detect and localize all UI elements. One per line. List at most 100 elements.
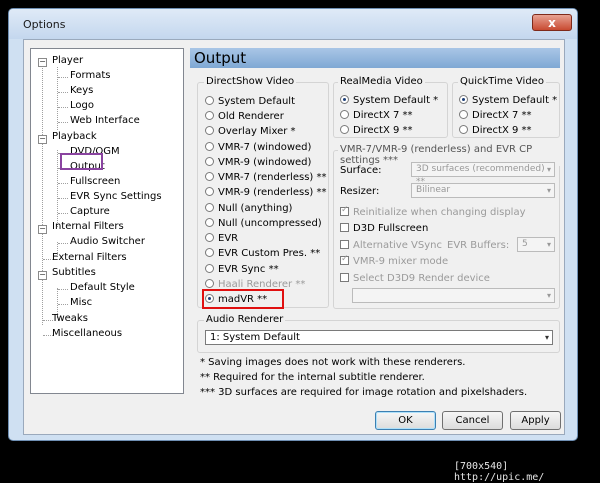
select-d3d9-checkbox[interactable]: Select D3D9 Render device xyxy=(340,273,490,284)
radio-vmr9-renderless[interactable]: VMR-9 (renderless) ** xyxy=(205,187,327,198)
radio-null-uncompressed[interactable]: Null (uncompressed) xyxy=(205,218,322,229)
qt-radio-system-default[interactable]: System Default * xyxy=(459,95,557,106)
surface-select[interactable]: 3D surfaces (recommended) ** ▾ xyxy=(411,162,555,187)
radio-icon xyxy=(205,111,214,120)
qt-radio-directx7[interactable]: DirectX 7 ** xyxy=(459,110,532,121)
tree-connector xyxy=(58,77,68,78)
tree-item-logo[interactable]: Logo xyxy=(70,100,94,111)
tree-connector xyxy=(58,122,68,123)
radio-icon xyxy=(205,142,214,151)
radio-evr[interactable]: EVR xyxy=(205,233,238,244)
d3d9-device-select[interactable]: ▾ xyxy=(352,288,555,303)
tree-item-web-interface[interactable]: Web Interface xyxy=(70,115,140,126)
tree-item-player[interactable]: Player xyxy=(52,55,83,66)
close-button[interactable]: x xyxy=(532,14,572,31)
output-highlight-box xyxy=(60,153,103,170)
chevron-down-icon: ▾ xyxy=(544,333,549,342)
radio-icon xyxy=(205,96,214,105)
apply-button[interactable]: Apply xyxy=(510,411,561,430)
radio-null-anything[interactable]: Null (anything) xyxy=(205,203,292,214)
vmr9-mixer-checkbox[interactable]: VMR-9 mixer mode xyxy=(340,254,448,267)
radio-vmr7-renderless[interactable]: VMR-7 (renderless) ** xyxy=(205,172,327,183)
radio-icon xyxy=(205,233,214,242)
tree-item-playback[interactable]: Playback xyxy=(52,131,97,142)
resizer-select[interactable]: Bilinear ▾ xyxy=(411,183,555,198)
radio-label: DirectX 7 ** xyxy=(353,110,413,121)
tree-item-internal-filters[interactable]: Internal Filters xyxy=(52,221,124,232)
radio-icon xyxy=(205,203,214,212)
radio-vmr7-windowed[interactable]: VMR-7 (windowed) xyxy=(205,142,311,153)
tree-connector xyxy=(58,107,68,108)
tree-item-fullscreen[interactable]: Fullscreen xyxy=(70,176,120,187)
collapse-subtitles-icon[interactable]: − xyxy=(38,271,47,280)
radio-icon xyxy=(459,110,468,119)
collapse-internal-filters-icon[interactable]: − xyxy=(38,225,47,234)
checkbox-icon xyxy=(340,240,349,249)
note-3: *** 3D surfaces are required for image r… xyxy=(200,387,528,398)
resizer-label: Resizer: xyxy=(340,186,380,197)
tree-item-subtitles[interactable]: Subtitles xyxy=(52,267,96,278)
cancel-button[interactable]: Cancel xyxy=(442,411,503,430)
audio-renderer-select[interactable]: 1: System Default ▾ xyxy=(205,330,553,345)
tree-item-tweaks[interactable]: Tweaks xyxy=(52,313,88,324)
radio-evr-sync[interactable]: EVR Sync ** xyxy=(205,264,279,275)
collapse-player-icon[interactable]: − xyxy=(38,58,47,67)
radio-label: EVR Custom Pres. ** xyxy=(218,248,321,259)
tree-connector xyxy=(58,198,68,199)
tree-connector xyxy=(58,289,68,290)
tree-item-default-style[interactable]: Default Style xyxy=(70,282,135,293)
audio-renderer-group-label: Audio Renderer xyxy=(204,314,286,325)
evr-buffers-label: EVR Buffers: xyxy=(447,240,510,251)
radio-icon xyxy=(205,172,214,181)
radio-label: Null (uncompressed) xyxy=(218,218,322,229)
tree-item-audio-switcher[interactable]: Audio Switcher xyxy=(70,236,145,247)
rm-radio-directx9[interactable]: DirectX 9 ** xyxy=(340,125,413,136)
radio-label: Overlay Mixer * xyxy=(218,126,296,137)
chevron-down-icon: ▾ xyxy=(546,291,551,300)
radio-icon xyxy=(459,125,468,134)
checkbox-label: Reinitialize when changing display xyxy=(353,207,526,218)
rm-radio-system-default[interactable]: System Default * xyxy=(340,95,438,106)
tree-item-evr-sync-settings[interactable]: EVR Sync Settings xyxy=(70,191,162,202)
qt-radio-directx9[interactable]: DirectX 9 ** xyxy=(459,125,532,136)
radio-selected-icon xyxy=(459,95,468,104)
tree-connector xyxy=(58,92,68,93)
evr-buffers-value: 5 xyxy=(522,239,528,249)
watermark-text: [700x540] http://upic.me/ xyxy=(454,461,545,483)
radio-label: VMR-9 (windowed) xyxy=(218,157,312,168)
checkbox-label: Alternative VSync xyxy=(353,240,442,251)
tree-connector xyxy=(58,304,68,305)
tree-item-keys[interactable]: Keys xyxy=(70,85,93,96)
page-header: Output xyxy=(190,48,560,68)
d3d-fullscreen-checkbox[interactable]: D3D Fullscreen xyxy=(340,223,428,234)
checkbox-label: Select D3D9 Render device xyxy=(353,273,490,284)
evr-buffers-select[interactable]: 5 ▾ xyxy=(517,237,555,252)
radio-icon xyxy=(205,126,214,135)
reinitialize-checkbox[interactable]: Reinitialize when changing display xyxy=(340,205,526,218)
radio-overlay-mixer[interactable]: Overlay Mixer * xyxy=(205,126,296,137)
tree-playback-line xyxy=(57,150,58,227)
checkbox-icon xyxy=(340,223,349,232)
alternative-vsync-checkbox[interactable]: Alternative VSync xyxy=(340,240,442,251)
radio-vmr9-windowed[interactable]: VMR-9 (windowed) xyxy=(205,157,311,168)
radio-icon xyxy=(205,264,214,273)
tree-item-capture[interactable]: Capture xyxy=(70,206,110,217)
radio-old-renderer[interactable]: Old Renderer xyxy=(205,111,284,122)
rm-radio-directx7[interactable]: DirectX 7 ** xyxy=(340,110,413,121)
chevron-down-icon: ▾ xyxy=(546,186,551,195)
tree-item-external-filters[interactable]: External Filters xyxy=(52,252,127,263)
surface-label: Surface: xyxy=(340,165,382,176)
resizer-value: Bilinear xyxy=(416,185,451,195)
radio-icon xyxy=(205,218,214,227)
ok-button[interactable]: OK xyxy=(375,411,436,430)
radio-system-default[interactable]: System Default xyxy=(205,96,295,107)
radio-evr-custom-pres[interactable]: EVR Custom Pres. ** xyxy=(205,248,320,259)
options-tree[interactable]: − Player Formats Keys Logo Web Interface… xyxy=(30,48,184,394)
collapse-playback-icon[interactable]: − xyxy=(38,135,47,144)
radio-label: System Default xyxy=(218,96,296,107)
title-bar[interactable]: Options x xyxy=(9,9,577,39)
tree-item-misc[interactable]: Misc xyxy=(70,297,92,308)
tree-item-miscellaneous[interactable]: Miscellaneous xyxy=(52,328,122,339)
quicktime-group-label: QuickTime Video xyxy=(458,76,546,87)
tree-item-formats[interactable]: Formats xyxy=(70,70,110,81)
